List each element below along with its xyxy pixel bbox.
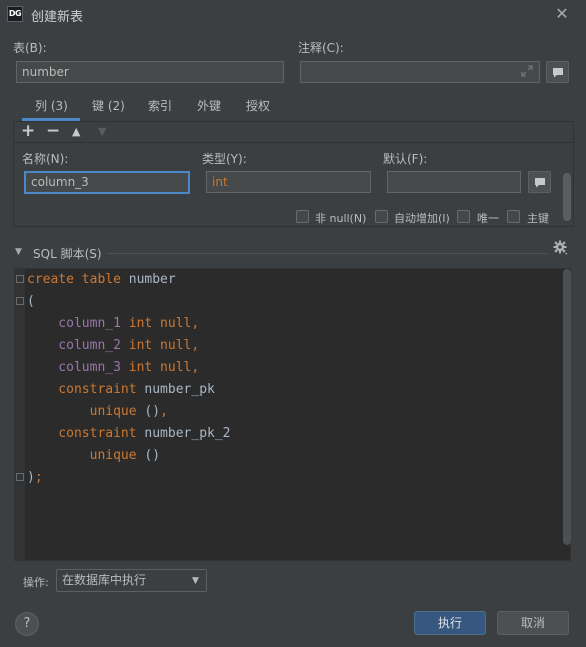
remove-icon[interactable]: −: [46, 121, 60, 141]
tab-indexes[interactable]: 索引: [148, 97, 172, 119]
code-token: (: [27, 294, 35, 309]
code-token: (): [144, 404, 161, 419]
primary-key-label: 主键: [527, 212, 549, 225]
code-line: );: [27, 467, 43, 489]
code-line: constraint number_pk_2: [27, 423, 231, 445]
tab-foreign-keys[interactable]: 外键: [197, 97, 221, 119]
code-token: ): [27, 470, 35, 485]
code-token: (): [144, 448, 161, 463]
code-token: create table: [27, 272, 129, 287]
chevron-down-icon: ▼: [192, 576, 199, 586]
not-null-label: 非 null(N): [315, 212, 367, 225]
code-token: number_pk_2: [144, 426, 231, 441]
code-token: ,: [191, 316, 200, 331]
fold-marker-icon[interactable]: [16, 473, 24, 481]
comment-edit-button[interactable]: [546, 61, 569, 83]
operation-label: 操作:: [23, 576, 49, 589]
code-token: ,: [191, 360, 200, 375]
add-icon[interactable]: +: [21, 121, 35, 141]
tab-columns[interactable]: 列 (3): [35, 97, 68, 119]
code-token: constraint: [27, 426, 145, 441]
code-line: create table number: [27, 269, 176, 291]
code-token: ;: [34, 470, 43, 485]
code-line: unique (): [27, 445, 160, 467]
close-button[interactable]: ✕: [552, 4, 572, 24]
unique-checkbox[interactable]: [457, 210, 470, 223]
column-name-input[interactable]: column_3: [24, 171, 190, 194]
help-button[interactable]: ?: [15, 612, 39, 636]
code-token: column_1: [27, 316, 121, 331]
execute-button[interactable]: 执行: [414, 611, 486, 635]
code-line: constraint number_pk: [27, 379, 215, 401]
code-token: number: [128, 272, 176, 287]
column-name-label: 名称(N):: [22, 152, 69, 166]
title-bar: DG 创建新表 ✕: [0, 0, 586, 30]
table-name-label: 表(B):: [13, 41, 47, 55]
operation-select-value: 在数据库中执行: [62, 573, 147, 587]
auto-increment-label: 自动增加(I): [394, 212, 450, 225]
code-token: int null: [120, 338, 192, 353]
column-default-label: 默认(F):: [383, 152, 428, 166]
comment-label: 注释(C):: [298, 41, 344, 55]
app-icon: DG: [7, 6, 23, 22]
code-token: column_3: [27, 360, 121, 375]
comment-icon: [553, 68, 563, 78]
column-type-input[interactable]: int: [206, 171, 371, 193]
code-line: column_1 int null,: [27, 313, 199, 335]
gear-icon[interactable]: [552, 239, 570, 257]
code-token: int null: [120, 316, 192, 331]
code-token: ,: [160, 404, 168, 419]
auto-increment-checkbox[interactable]: [375, 210, 388, 223]
code-line: column_2 int null,: [27, 335, 199, 357]
move-up-icon[interactable]: ▲: [72, 125, 80, 138]
code-token: unique: [27, 448, 145, 463]
code-token: number_pk: [144, 382, 215, 397]
cancel-button[interactable]: 取消: [497, 611, 569, 635]
table-name-input[interactable]: number: [16, 61, 284, 83]
comment-input[interactable]: [300, 61, 540, 83]
sql-section-label[interactable]: SQL 脚本(S): [33, 245, 102, 262]
tab-grants[interactable]: 授权: [246, 97, 270, 119]
primary-key-checkbox[interactable]: [507, 210, 520, 223]
fold-marker-icon[interactable]: [16, 297, 24, 305]
expand-icon[interactable]: [521, 65, 533, 77]
column-type-label: 类型(Y):: [202, 152, 247, 166]
code-token: constraint: [27, 382, 145, 397]
code-token: ,: [191, 338, 200, 353]
fold-marker-icon[interactable]: [16, 275, 24, 283]
window-title: 创建新表: [31, 10, 84, 25]
section-divider: [107, 253, 547, 254]
column-panel-scrollbar[interactable]: [563, 173, 571, 221]
code-token: column_2: [27, 338, 121, 353]
code-token: unique: [27, 404, 145, 419]
sql-editor-scrollbar[interactable]: [563, 269, 571, 545]
code-token: int null: [120, 360, 192, 375]
operation-select[interactable]: 在数据库中执行 ▼: [56, 569, 207, 592]
code-line: unique (),: [27, 401, 168, 423]
comment-icon: [535, 178, 545, 188]
editor-gutter: [14, 268, 25, 561]
move-down-icon[interactable]: ▼: [98, 125, 106, 138]
not-null-checkbox[interactable]: [296, 210, 309, 223]
code-line: (: [27, 291, 35, 313]
column-comment-button[interactable]: [528, 171, 551, 193]
collapse-chevron-icon[interactable]: ▼: [15, 247, 22, 257]
code-line: column_3 int null,: [27, 357, 199, 379]
column-default-input[interactable]: [387, 171, 521, 193]
unique-label: 唯一: [477, 212, 499, 225]
tab-keys[interactable]: 键 (2): [92, 97, 125, 119]
